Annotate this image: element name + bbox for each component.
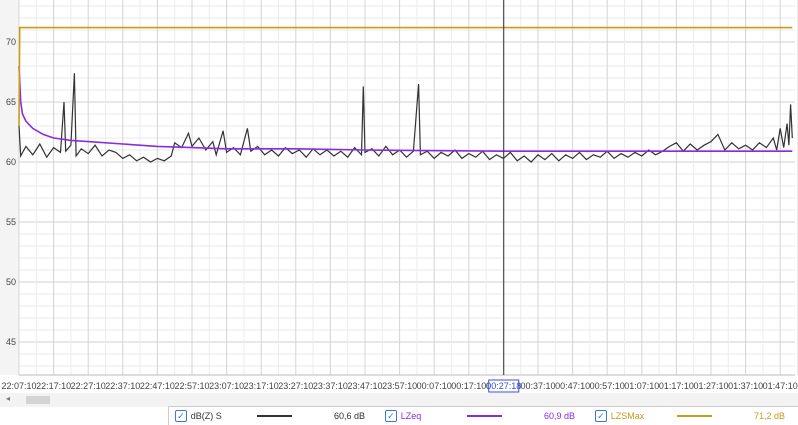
x-tick-label: 23:47:10 — [347, 381, 382, 391]
x-tick-label: 22:07:10 — [1, 381, 36, 391]
x-tick-label: 23:17:10 — [244, 381, 279, 391]
legend-value-lzsmax: 71,2 dB — [754, 411, 786, 421]
legend-value-lzeq: 60,9 dB — [544, 411, 576, 421]
x-tick-label: 00:37:10 — [520, 381, 555, 391]
x-tick-label: 00:57:10 — [590, 381, 625, 391]
x-tick-label: 23:37:10 — [313, 381, 348, 391]
y-tick-label: 45 — [6, 337, 16, 347]
legend-checkbox-lzsmax[interactable]: ✓ — [595, 410, 607, 422]
y-tick-label: 55 — [6, 217, 16, 227]
cursor-time-label: 00:27:18 — [486, 379, 521, 393]
legend-line-lzeq — [467, 415, 503, 417]
x-tick-label: 22:17:10 — [36, 381, 71, 391]
x-tick-label: 22:47:10 — [140, 381, 175, 391]
y-tick-label: 65 — [6, 97, 16, 107]
legend-checkbox-lzeq[interactable]: ✓ — [385, 410, 397, 422]
y-tick-label: 70 — [6, 37, 16, 47]
legend-line-lzsmax — [677, 415, 713, 417]
legend-label-lzeq: LZeq — [400, 411, 422, 421]
x-tick-label: 22:27:10 — [71, 381, 106, 391]
scrollbar-thumb[interactable] — [26, 396, 50, 404]
legend-label-dbz: dB(Z) S — [190, 411, 222, 421]
x-tick-label: 01:17:10 — [659, 381, 694, 391]
legend-value-dbz: 60,6 dB — [333, 411, 366, 421]
x-tick-label: 23:57:10 — [382, 381, 417, 391]
y-tick-label: 50 — [6, 277, 16, 287]
x-tick-label: 22:57:10 — [174, 381, 209, 391]
cursor-label-text: 00:27:18 — [486, 381, 521, 391]
x-tick-label: 00:17:10 — [451, 381, 486, 391]
x-tick-label: 00:07:10 — [417, 381, 452, 391]
x-tick-label: 01:07:10 — [624, 381, 659, 391]
x-tick-label: 01:37:10 — [728, 381, 763, 391]
x-tick-label: 22:37:10 — [105, 381, 140, 391]
legend-line-dbz — [257, 415, 293, 417]
x-tick-label: 23:27:10 — [278, 381, 313, 391]
x-tick-label: 23:07:10 — [209, 381, 244, 391]
legend: ✓ dB(Z) S 60,6 dB ✓ LZeq 60,9 dB ✓ LZSMa… — [168, 406, 798, 425]
y-axis-background — [0, 0, 19, 375]
x-tick-label: 01:27:10 — [693, 381, 728, 391]
scroll-left-arrow-icon[interactable]: ◂ — [6, 394, 10, 403]
y-tick-label: 60 — [6, 157, 16, 167]
horizontal-scrollbar[interactable]: ◂ — [0, 393, 798, 407]
x-tick-label: 01:47:10 — [763, 381, 798, 391]
legend-label-lzsmax: LZSMax — [610, 411, 645, 421]
legend-checkbox-dbz[interactable]: ✓ — [175, 410, 187, 422]
x-tick-label: 00:47:10 — [555, 381, 590, 391]
sound-level-chart[interactable]: 45 50 55 60 65 70 22:07:10 22:17:10 22:27:10 22:3… — [0, 0, 798, 393]
